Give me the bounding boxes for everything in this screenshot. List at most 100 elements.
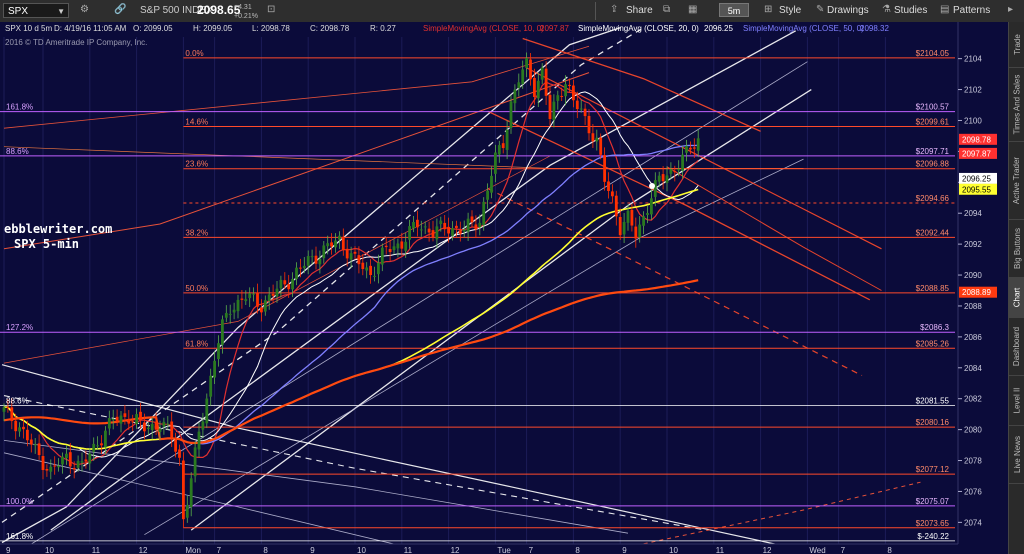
- candle-body: [665, 175, 669, 183]
- time-axis: 9 10 11 12 Mon 7 8 9 10 11 12 Tue 7 8 9 10 11 12 Wed 7 8: [0, 543, 1008, 554]
- candle-body: [572, 85, 575, 101]
- candle-body: [29, 439, 33, 445]
- gear-icon[interactable]: ⚙: [80, 4, 89, 15]
- tab-dashboard[interactable]: Dashboard: [1009, 318, 1024, 376]
- candle-body: [673, 170, 677, 173]
- candle-body: [221, 319, 224, 345]
- tab-live-news[interactable]: Live News: [1009, 426, 1024, 484]
- candle-body: [150, 424, 154, 431]
- candle-body: [182, 460, 185, 520]
- tab-big-buttons[interactable]: Big Buttons: [1009, 220, 1024, 278]
- candle-body: [318, 258, 322, 265]
- candle-body: [458, 230, 462, 234]
- sma10-label: SimpleMovingAvg (CLOSE, 10, 0): [423, 24, 544, 33]
- candle-body: [244, 299, 248, 302]
- share-button[interactable]: Share: [626, 4, 653, 18]
- price-chart[interactable]: 0.0% $2104.05 14.6% $2099.61 23.6% $2096.88 $2…: [0, 22, 1008, 554]
- bar-range: R: 0.27: [370, 24, 396, 33]
- sma20-value: 2096.25: [704, 24, 733, 33]
- candle-body: [135, 414, 138, 424]
- fib-pct-label: 161.8%: [6, 532, 33, 541]
- candle-body: [213, 360, 216, 378]
- x-tick-label: 9: [310, 546, 315, 554]
- candle-body: [575, 100, 579, 110]
- fib-price-label: $2100.57: [916, 103, 950, 112]
- studies-button[interactable]: Studies: [894, 4, 927, 18]
- candle-body: [283, 280, 287, 285]
- price-badge-label: 2098.78: [962, 135, 991, 144]
- y-tick-label: 2104: [964, 55, 982, 64]
- candle-body: [591, 133, 595, 142]
- price-badge-label: 2096.25: [962, 174, 991, 183]
- candle-body: [131, 421, 135, 423]
- candle-body: [18, 427, 21, 432]
- x-tick-label: 7: [217, 546, 222, 554]
- candle-body: [634, 226, 638, 239]
- candle-body: [533, 77, 536, 98]
- tab-times-and-sales[interactable]: Times And Sales: [1009, 68, 1024, 142]
- zoom-icon[interactable]: ⊞: [764, 4, 772, 15]
- y-tick-label: 2092: [964, 240, 982, 249]
- share-icon: ⇪: [610, 4, 619, 15]
- aggregation-selector[interactable]: 5m: [719, 3, 749, 17]
- x-tick-label: 11: [92, 546, 101, 554]
- candle-body: [143, 422, 146, 432]
- candle-body: [369, 265, 372, 276]
- style-button[interactable]: Style: [779, 4, 801, 18]
- candle-body: [100, 443, 103, 446]
- candle-body: [68, 452, 72, 467]
- candle-body: [505, 129, 509, 150]
- price-badge-label: 2097.87: [962, 149, 991, 158]
- candle-body: [174, 439, 177, 452]
- candle-body: [209, 375, 213, 397]
- drawings-button[interactable]: Drawings: [827, 4, 869, 18]
- candle-body: [61, 456, 64, 465]
- tab-trade[interactable]: Trade: [1009, 22, 1024, 68]
- candle-body: [205, 398, 209, 424]
- candle-body: [80, 461, 84, 463]
- candle-body: [357, 255, 361, 265]
- candle-body: [193, 447, 197, 477]
- candle-body: [119, 415, 123, 424]
- candle-body: [57, 465, 60, 468]
- alert-icon[interactable]: ⊡: [267, 4, 275, 15]
- candle-body: [650, 198, 653, 215]
- tab-chart[interactable]: Chart: [1009, 278, 1024, 318]
- candle-body: [681, 154, 684, 171]
- link-icon[interactable]: 🔗: [114, 4, 126, 15]
- candle-body: [443, 222, 447, 230]
- candle-body: [373, 275, 376, 277]
- candle-body: [388, 248, 392, 253]
- candle-body: [685, 145, 688, 153]
- candle-body: [392, 246, 396, 251]
- more-icon[interactable]: ▸: [1008, 4, 1013, 15]
- candle-body: [228, 313, 232, 315]
- tab-active-trader[interactable]: Active Trader: [1009, 142, 1024, 220]
- candle-body: [306, 256, 310, 266]
- candle-body: [560, 95, 564, 97]
- patterns-button[interactable]: Patterns: [953, 4, 990, 18]
- candle-body: [353, 251, 357, 254]
- quick-icon[interactable]: ⧉: [663, 4, 670, 15]
- tab-level-ii[interactable]: Level II: [1009, 376, 1024, 426]
- candle-body: [416, 219, 419, 228]
- sma50-value: 2098.32: [860, 24, 889, 33]
- x-tick-label: 10: [357, 546, 366, 554]
- x-tick-label: 8: [887, 546, 892, 554]
- calendar-icon[interactable]: ▦: [688, 4, 697, 15]
- candle-body: [236, 299, 240, 312]
- fib-pct-label: 50.0%: [185, 284, 208, 293]
- tab-label: Big Buttons: [1012, 228, 1022, 269]
- candle-body: [396, 243, 400, 249]
- tab-label: Level II: [1012, 387, 1022, 414]
- candle-body: [240, 298, 244, 300]
- candle-body: [338, 235, 341, 240]
- fib-pct-label: 127.2%: [6, 323, 33, 332]
- symbol-selector[interactable]: SPX ▼: [3, 3, 69, 18]
- candle-body: [84, 459, 88, 462]
- x-tick-label: 10: [669, 546, 678, 554]
- candle-body: [111, 418, 115, 421]
- candle-body: [540, 67, 544, 80]
- candle-body: [474, 224, 478, 230]
- y-tick-label: 2080: [964, 426, 982, 435]
